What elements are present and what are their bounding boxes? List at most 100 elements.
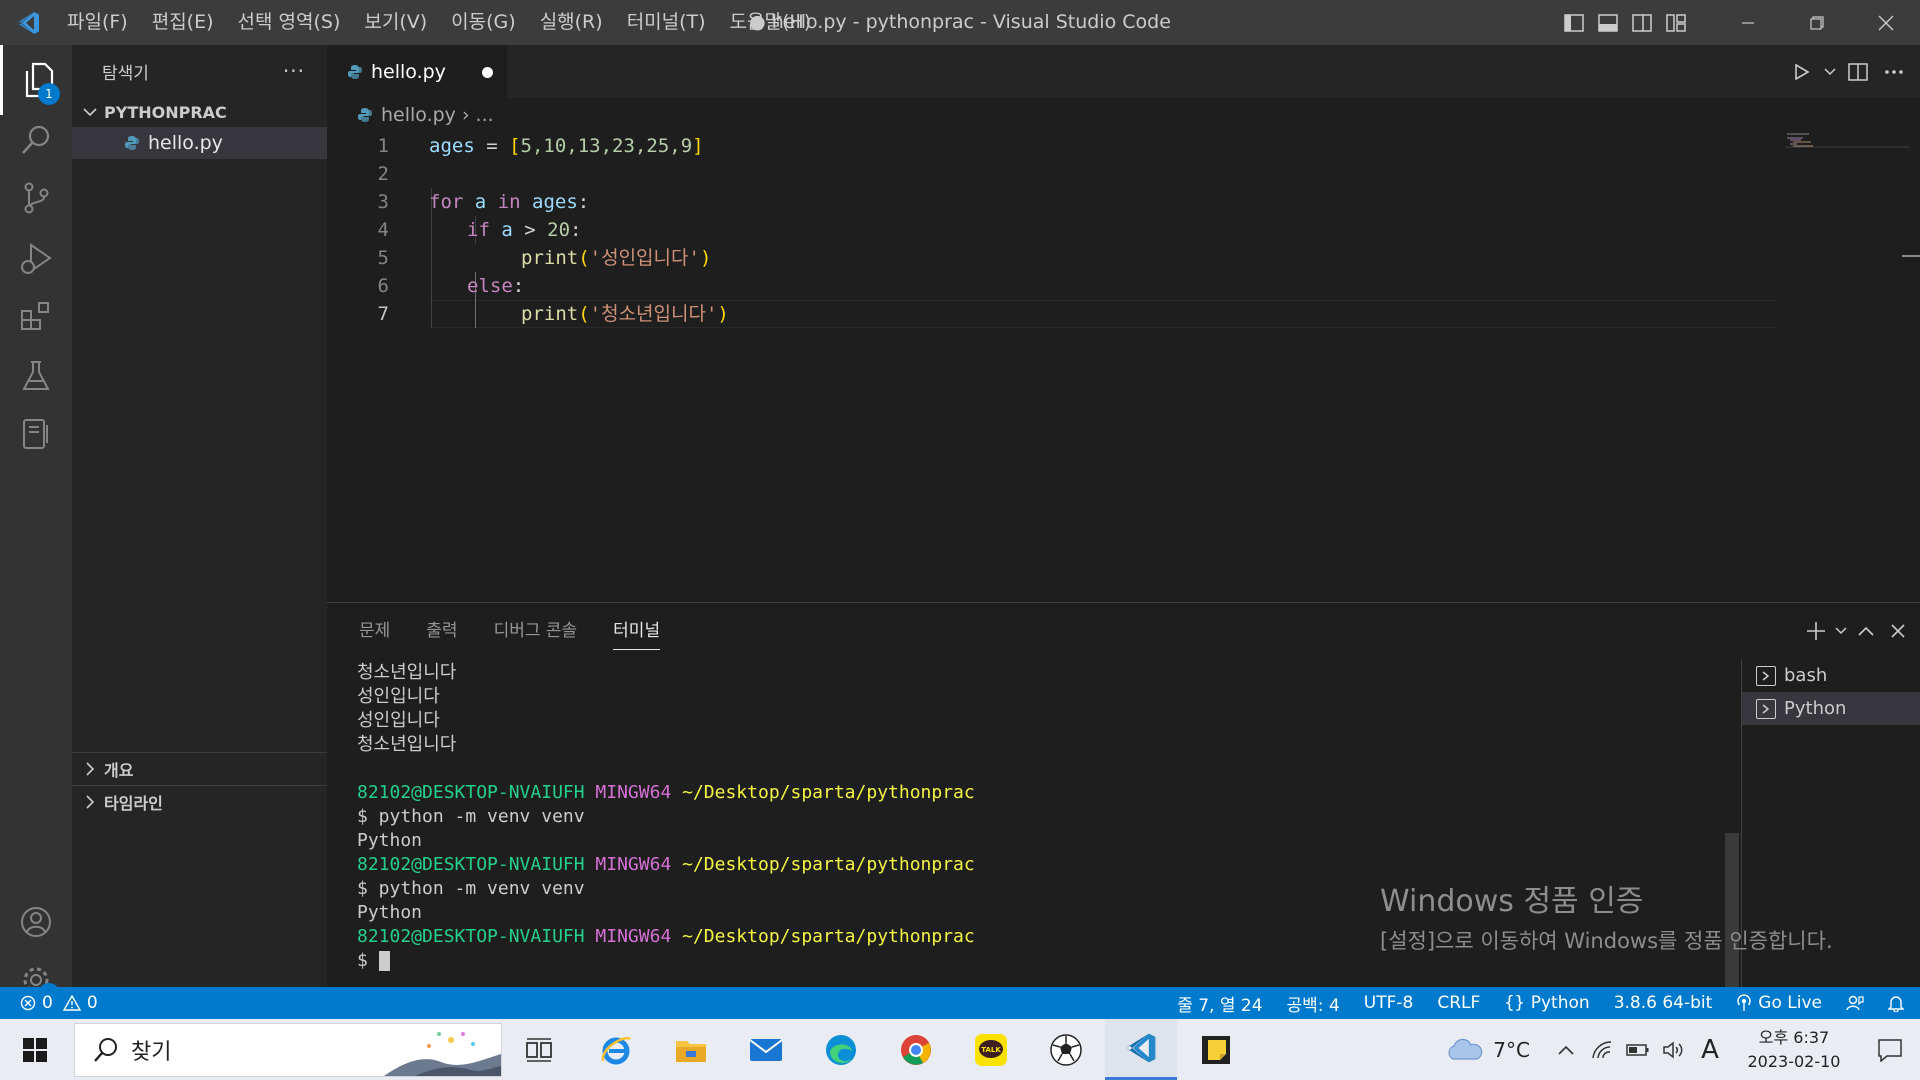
menu-run[interactable]: 실행(R) bbox=[528, 0, 615, 45]
indentation[interactable]: 공백: 4 bbox=[1275, 991, 1352, 1016]
menu-terminal[interactable]: 터미널(T) bbox=[615, 0, 718, 45]
menu-view[interactable]: 보기(V) bbox=[352, 0, 439, 45]
go-live-label: Go Live bbox=[1758, 993, 1822, 1013]
menu-help[interactable]: 도움말(H) bbox=[718, 0, 824, 45]
python-interpreter[interactable]: 3.8.6 64-bit bbox=[1602, 993, 1725, 1013]
folder-header[interactable]: PYTHONPRAC bbox=[72, 97, 327, 127]
broadcast-icon bbox=[1736, 994, 1752, 1012]
token-operator: > bbox=[512, 219, 548, 241]
token-number: 20 bbox=[547, 219, 571, 241]
breadcrumb-symbols[interactable]: ... bbox=[476, 104, 494, 126]
close-panel-icon[interactable] bbox=[1882, 603, 1914, 659]
vscode-logo-icon bbox=[0, 0, 55, 45]
chrome-browser-icon[interactable] bbox=[880, 1019, 952, 1080]
panel-actions bbox=[1800, 603, 1920, 659]
activity-bar: 1 1 bbox=[0, 45, 72, 1005]
encoding[interactable]: UTF-8 bbox=[1352, 993, 1426, 1013]
close-window-icon[interactable] bbox=[1851, 0, 1920, 45]
tab-label: hello.py bbox=[371, 60, 446, 83]
weather-widget[interactable]: 7°C bbox=[1445, 1037, 1530, 1063]
menu-file[interactable]: 파일(F) bbox=[55, 0, 140, 45]
tab-problems[interactable]: 문제 bbox=[341, 603, 408, 659]
feedback-icon[interactable] bbox=[1834, 994, 1876, 1012]
sticky-notes-icon[interactable] bbox=[1180, 1019, 1252, 1080]
volume-speaker-icon[interactable] bbox=[1656, 1019, 1692, 1080]
error-icon bbox=[20, 995, 36, 1011]
token-colon: : bbox=[570, 219, 582, 241]
breadcrumb-file[interactable]: hello.py bbox=[381, 104, 456, 126]
terminal-dropdown-chevron-icon[interactable] bbox=[1832, 603, 1850, 659]
windows-activation-watermark: Windows 정품 인증 [설정]으로 이동하여 Windows를 정품 인증… bbox=[1380, 876, 1880, 956]
menu-go[interactable]: 이동(G) bbox=[439, 0, 528, 45]
explorer-more-actions[interactable]: ··· bbox=[283, 59, 305, 83]
problems-status[interactable]: 0 0 bbox=[20, 987, 98, 1019]
tab-debug-console[interactable]: 디버그 콘솔 bbox=[476, 603, 596, 659]
run-dropdown-chevron-icon[interactable] bbox=[1820, 45, 1840, 98]
breadcrumb-separator: › bbox=[461, 104, 470, 126]
action-center-icon[interactable] bbox=[1860, 1019, 1920, 1080]
network-wifi-icon[interactable] bbox=[1584, 1019, 1620, 1080]
minimap[interactable] bbox=[1785, 132, 1910, 602]
terminal-item-label: Python bbox=[1784, 698, 1847, 719]
token-variable: a bbox=[474, 191, 487, 213]
prompt-user: 82102@DESKTOP-NVAIUFH bbox=[357, 854, 585, 875]
show-hidden-icons-chevron-icon[interactable] bbox=[1548, 1019, 1584, 1080]
tab-hello-py[interactable]: hello.py bbox=[327, 45, 507, 98]
file-item-hello-py[interactable]: hello.py bbox=[72, 127, 327, 159]
timeline-label: 타임라인 bbox=[104, 794, 163, 813]
ime-indicator[interactable]: A bbox=[1692, 1019, 1728, 1080]
kakaotalk-icon[interactable]: TALK bbox=[955, 1019, 1027, 1080]
outline-section[interactable]: 개요 bbox=[72, 752, 327, 785]
notifications-bell-icon[interactable] bbox=[1876, 994, 1916, 1012]
toggle-secondary-sidebar-icon[interactable] bbox=[1625, 0, 1659, 45]
token-string: '성인입니다' bbox=[589, 247, 700, 269]
edge-browser-icon[interactable] bbox=[805, 1019, 877, 1080]
token-variable: a bbox=[501, 219, 513, 241]
token-colon: : bbox=[577, 191, 590, 213]
token-keyword: if bbox=[467, 219, 490, 241]
go-live-button[interactable]: Go Live bbox=[1724, 993, 1834, 1013]
editor-scrollbar[interactable] bbox=[1902, 132, 1920, 602]
run-python-file-icon[interactable] bbox=[1784, 45, 1820, 98]
language-mode[interactable]: {} Python bbox=[1492, 993, 1601, 1013]
token-keyword: else bbox=[467, 275, 513, 297]
customize-layout-icon[interactable] bbox=[1659, 0, 1693, 45]
minimize-icon[interactable] bbox=[1713, 0, 1782, 45]
search-placeholder: 찾기 bbox=[131, 1040, 172, 1065]
unsaved-dot-icon[interactable] bbox=[482, 67, 493, 78]
file-explorer-icon[interactable] bbox=[655, 1019, 727, 1080]
code-editor[interactable]: 1 ages = [5,10,13,23,25,9] 2 3 for a in … bbox=[327, 132, 1777, 602]
maximize-panel-chevron-up-icon[interactable] bbox=[1850, 603, 1882, 659]
new-terminal-plus-icon[interactable] bbox=[1800, 603, 1832, 659]
menu-selection[interactable]: 선택 영역(S) bbox=[226, 0, 353, 45]
terminal-item-bash[interactable]: bash bbox=[1742, 659, 1920, 692]
warning-icon bbox=[62, 995, 81, 1011]
remote-explorer-icon[interactable] bbox=[0, 399, 72, 469]
toggle-panel-icon[interactable] bbox=[1591, 0, 1625, 45]
soccer-game-icon[interactable] bbox=[1030, 1019, 1102, 1080]
clock[interactable]: 오후 6:37 2023-02-10 bbox=[1734, 1026, 1854, 1074]
tab-terminal[interactable]: 터미널 bbox=[595, 603, 678, 659]
code-line: 2 bbox=[327, 160, 1777, 188]
end-of-line[interactable]: CRLF bbox=[1425, 993, 1492, 1013]
mail-icon[interactable] bbox=[730, 1019, 802, 1080]
token-variable: ages bbox=[532, 191, 578, 213]
token-variable: ages bbox=[429, 135, 475, 157]
tab-output[interactable]: 출력 bbox=[408, 603, 475, 659]
code-line: 1 ages = [5,10,13,23,25,9] bbox=[327, 132, 1777, 160]
restore-icon[interactable] bbox=[1782, 0, 1851, 45]
vscode-taskbar-icon[interactable] bbox=[1105, 1019, 1177, 1080]
token-bracket: ) bbox=[699, 247, 712, 269]
toggle-primary-sidebar-icon[interactable] bbox=[1557, 0, 1591, 45]
taskbar-search-box[interactable]: 찾기 bbox=[74, 1023, 502, 1077]
split-editor-icon[interactable] bbox=[1840, 45, 1876, 98]
task-view-icon[interactable] bbox=[503, 1019, 575, 1080]
internet-explorer-icon[interactable] bbox=[580, 1019, 652, 1080]
cursor-position[interactable]: 줄 7, 열 24 bbox=[1165, 991, 1274, 1016]
windows-start-icon[interactable] bbox=[0, 1019, 70, 1080]
more-actions-icon[interactable] bbox=[1876, 45, 1912, 98]
battery-icon[interactable] bbox=[1620, 1019, 1656, 1080]
timeline-section[interactable]: 타임라인 bbox=[72, 785, 327, 818]
menu-edit[interactable]: 편집(E) bbox=[140, 0, 226, 45]
terminal-item-python[interactable]: Python bbox=[1742, 692, 1920, 725]
